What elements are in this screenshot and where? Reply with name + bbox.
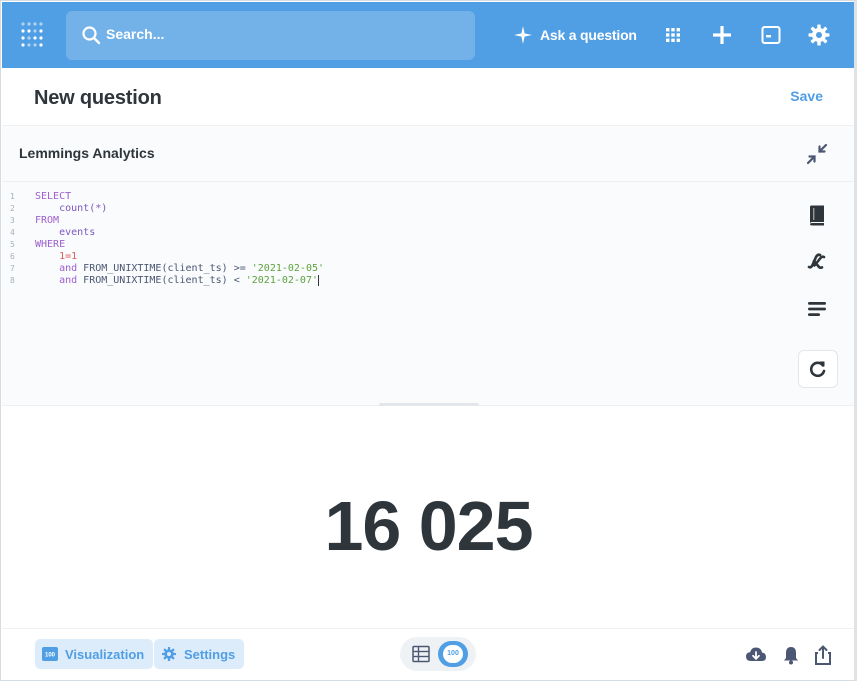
download-icon[interactable] (745, 644, 767, 666)
code-line[interactable]: 6 1=1 (10, 251, 324, 263)
share-icon[interactable] (812, 644, 834, 666)
visualization-label: Visualization (65, 646, 145, 662)
plus-icon[interactable] (710, 23, 734, 47)
code-token: '2021-02-05' (251, 263, 325, 274)
code-token: FROM_UNIXTIME(client_ts) >= (77, 263, 252, 274)
visualization-toggle-active[interactable]: 100 (438, 641, 468, 667)
code-line[interactable]: 8 and FROM_UNIXTIME(client_ts) < '2021-0… (10, 275, 324, 287)
page-title: New question (34, 87, 162, 109)
line-number: 7 (10, 264, 15, 273)
visualization-button[interactable]: 100 Visualization (35, 639, 154, 669)
code-line[interactable]: 3 FROM (10, 215, 324, 227)
line-number: 6 (10, 252, 15, 261)
number-viz-icon: 100 (42, 647, 58, 661)
run-query-button[interactable] (798, 350, 838, 388)
ask-question-label: Ask a question (540, 27, 637, 43)
line-number: 1 (10, 192, 15, 201)
snippets-icon[interactable] (805, 297, 829, 321)
code-line[interactable]: 5 WHERE (10, 239, 324, 251)
search-placeholder: Search... (106, 26, 165, 42)
code-token: SELECT (35, 191, 72, 202)
badge-label: 100 (447, 650, 459, 657)
grid-icon[interactable] (661, 23, 685, 47)
code-line[interactable]: 7 and FROM_UNIXTIME(client_ts) >= '2021-… (10, 263, 324, 275)
refresh-icon (809, 361, 826, 378)
code-line[interactable]: 4 events (10, 227, 324, 239)
code-token: events (59, 227, 96, 238)
variables-icon[interactable] (805, 249, 829, 273)
code-token: FROM (35, 215, 60, 226)
sql-code[interactable]: 1 SELECT 2 count(*) 3 FROM 4 events 5 WHERE 6 1=… (10, 191, 324, 287)
line-number: 5 (10, 240, 15, 249)
sql-editor[interactable]: 1 SELECT 2 count(*) 3 FROM 4 events 5 WHERE 6 1=… (2, 182, 854, 407)
line-number: 8 (10, 276, 15, 285)
sql-editor-icon[interactable] (759, 23, 783, 47)
collapse-editor-icon[interactable] (806, 143, 828, 165)
database-picker[interactable]: Lemmings Analytics (19, 145, 155, 161)
gear-icon[interactable] (807, 23, 831, 47)
gear-icon (162, 647, 176, 661)
line-number: 4 (10, 228, 15, 237)
code-token: FROM_UNIXTIME(client_ts) < (77, 275, 246, 286)
code-token: WHERE (35, 239, 66, 250)
search-icon (82, 26, 101, 45)
code-token: 1=1 (59, 251, 78, 262)
code-line[interactable]: 1 SELECT (10, 191, 324, 203)
save-button[interactable]: Save (790, 88, 823, 104)
text-cursor (317, 275, 319, 286)
settings-label: Settings (184, 646, 236, 662)
result-area: 16 025 (2, 406, 854, 628)
code-token: count(*) (59, 203, 108, 214)
scalar-value: 16 025 (324, 487, 533, 565)
line-number: 3 (10, 216, 15, 225)
metabase-logo-icon[interactable] (20, 21, 48, 51)
top-navbar: Search... Ask a question (2, 2, 854, 68)
line-number: 2 (10, 204, 15, 213)
database-bar: Lemmings Analytics (2, 126, 854, 182)
query-footer: 100 Visualization Settings 100 (2, 628, 854, 680)
app-window: Search... Ask a question New question Sa… (0, 0, 857, 681)
code-line[interactable]: 2 count(*) (10, 203, 324, 215)
table-icon[interactable] (412, 645, 430, 663)
code-token: and (59, 263, 78, 274)
bell-icon[interactable] (780, 644, 802, 666)
question-header: New question Save (2, 68, 854, 126)
number-badge-icon: 100 (443, 645, 463, 663)
code-token: '2021-02-07' (245, 275, 318, 286)
code-token: and (59, 275, 78, 286)
ask-question-button[interactable]: Ask a question (514, 24, 637, 46)
view-toggle[interactable]: 100 (400, 637, 476, 671)
svg-text:100: 100 (45, 653, 56, 659)
sparkle-icon (514, 26, 532, 44)
search-input[interactable]: Search... (66, 11, 475, 60)
data-reference-icon[interactable] (805, 203, 829, 227)
settings-button[interactable]: Settings (154, 639, 245, 669)
